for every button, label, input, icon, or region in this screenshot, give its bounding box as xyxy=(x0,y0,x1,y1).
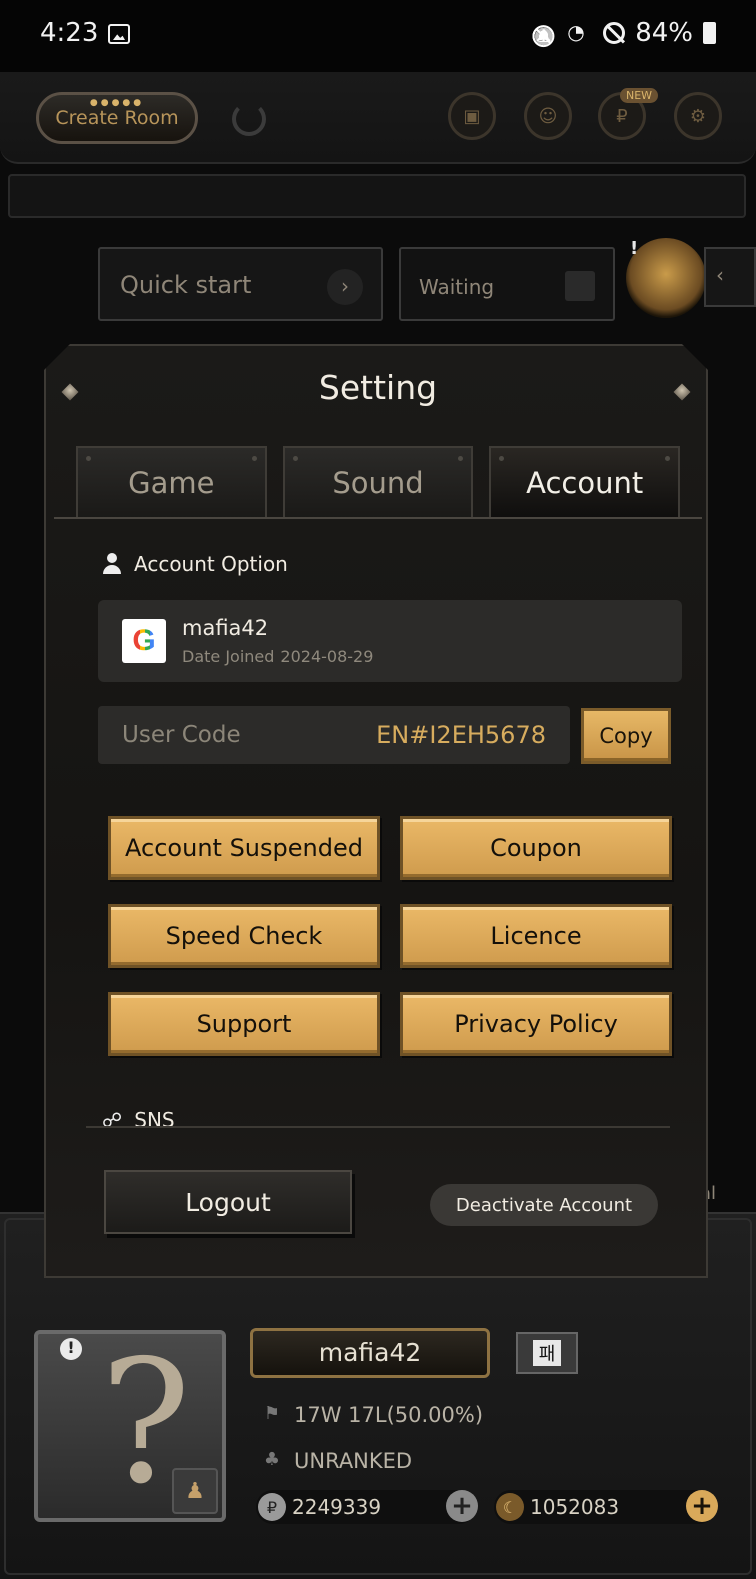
image-icon xyxy=(108,24,130,44)
tab-sound[interactable]: Sound xyxy=(282,446,474,518)
side-panel-toggle[interactable]: ‹ xyxy=(704,247,756,307)
coin-icon: ₽ xyxy=(258,1493,286,1521)
chevron-right-icon: › xyxy=(327,269,363,305)
record-text: 17W 17L(50.00%) xyxy=(294,1403,484,1427)
moon-balance: ☾ 1052083 + xyxy=(494,1490,718,1524)
alert-icon: ! xyxy=(630,238,639,259)
date-joined-value: 2024-08-29 xyxy=(280,647,374,666)
trophy-icon: ♣ xyxy=(263,1449,281,1470)
account-suspended-button[interactable]: Account Suspended xyxy=(108,816,380,880)
quick-start-button[interactable]: Quick start › xyxy=(98,247,383,321)
status-time: 4:23 xyxy=(40,18,99,48)
coin-value: 2249339 xyxy=(292,1495,382,1519)
settings-tabs: Game Sound Account xyxy=(76,446,681,518)
create-room-button[interactable]: ●●●●● Create Room xyxy=(36,92,198,144)
gear-icon: ⚙ xyxy=(689,105,707,127)
date-joined-label: Date Joined xyxy=(182,647,275,666)
friends-button[interactable]: ☺ xyxy=(524,92,572,140)
cards-button[interactable]: ▣ xyxy=(448,92,496,140)
mute-icon xyxy=(531,20,557,46)
deactivate-account-button[interactable]: Deactivate Account xyxy=(430,1184,658,1226)
create-room-label: Create Room xyxy=(55,107,179,129)
coin-balance: ₽ 2249339 + xyxy=(256,1490,478,1524)
chevron-left-icon: ‹ xyxy=(716,263,724,287)
record-row: ⚑ 17W 17L(50.00%) xyxy=(260,1403,483,1427)
create-room-lights: ●●●●● xyxy=(89,98,145,108)
coupon-button[interactable]: Coupon xyxy=(400,816,672,880)
refresh-icon[interactable] xyxy=(232,102,266,136)
profile-name: mafia42 xyxy=(318,1338,422,1367)
new-badge: NEW xyxy=(620,88,659,103)
add-moon-button[interactable]: + xyxy=(686,1490,718,1522)
notice-bar xyxy=(8,174,746,218)
quick-start-label: Quick start xyxy=(120,271,252,299)
friends-icon: ☺ xyxy=(538,105,558,127)
character-icon[interactable]: ♟ xyxy=(172,1468,218,1514)
licence-button[interactable]: Licence xyxy=(400,904,672,968)
account-option-label: Account Option xyxy=(134,552,288,576)
profile-name-plate: mafia42 xyxy=(250,1328,490,1378)
speed-check-button[interactable]: Speed Check xyxy=(108,904,380,968)
account-card: G mafia42 Date Joined 2024-08-29 xyxy=(98,600,682,682)
alert-icon: ! xyxy=(60,1338,82,1360)
user-code-field: User Code EN#I2EH5678 xyxy=(98,706,570,764)
hat-avatar[interactable]: ! xyxy=(626,238,706,318)
moon-value: 1052083 xyxy=(530,1495,620,1519)
wifi-icon: ◔ xyxy=(567,20,585,44)
scroll-divider xyxy=(86,1126,670,1128)
flag-icon: ⚑ xyxy=(263,1403,281,1424)
google-icon: G xyxy=(122,619,166,663)
moon-icon: ☾ xyxy=(496,1493,524,1521)
no-disturb-icon xyxy=(603,22,626,44)
account-name: mafia42 xyxy=(182,616,269,640)
status-bar: 4:23 ◔ 84% xyxy=(0,0,756,72)
rank-row: ♣ UNRANKED xyxy=(260,1449,412,1473)
profile-tag-text: 패 xyxy=(532,1340,562,1366)
battery-icon xyxy=(703,22,716,44)
support-button[interactable]: Support xyxy=(108,992,380,1056)
rank-text: UNRANKED xyxy=(294,1449,413,1473)
battery-percent: 84% xyxy=(635,18,693,48)
tab-divider xyxy=(54,517,702,519)
tab-account[interactable]: Account xyxy=(489,446,681,518)
person-icon xyxy=(102,553,122,575)
ruble-icon: ₽ xyxy=(616,105,628,127)
top-bar: ●●●●● Create Room ▣ ☺ ₽ NEW ⚙ xyxy=(0,72,756,164)
waiting-toggle[interactable]: Waiting xyxy=(399,247,615,321)
sns-label: SNS xyxy=(134,1108,175,1132)
profile-avatar[interactable]: ? ! ♟ xyxy=(34,1330,226,1522)
waiting-label: Waiting xyxy=(419,275,495,299)
waiting-checkbox[interactable] xyxy=(565,271,595,301)
user-code-value: EN#I2EH5678 xyxy=(376,721,546,749)
sns-header: ☍ SNS xyxy=(102,1108,175,1132)
account-option-header: Account Option xyxy=(102,552,288,576)
settings-button[interactable]: ⚙ xyxy=(674,92,722,140)
cards-icon: ▣ xyxy=(463,105,481,127)
tab-game[interactable]: Game xyxy=(76,446,267,518)
logout-button[interactable]: Logout xyxy=(104,1170,352,1234)
date-joined: Date Joined 2024-08-29 xyxy=(182,647,373,666)
modal-title: Setting xyxy=(318,368,438,407)
profile-tag[interactable]: 패 xyxy=(516,1332,578,1374)
add-coin-button[interactable]: + xyxy=(446,1490,478,1522)
user-code-label: User Code xyxy=(122,722,241,748)
settings-modal: Setting Game Sound Account Account Optio… xyxy=(44,344,708,1278)
privacy-policy-button[interactable]: Privacy Policy xyxy=(400,992,672,1056)
link-icon: ☍ xyxy=(102,1108,123,1132)
copy-button[interactable]: Copy xyxy=(581,708,671,764)
